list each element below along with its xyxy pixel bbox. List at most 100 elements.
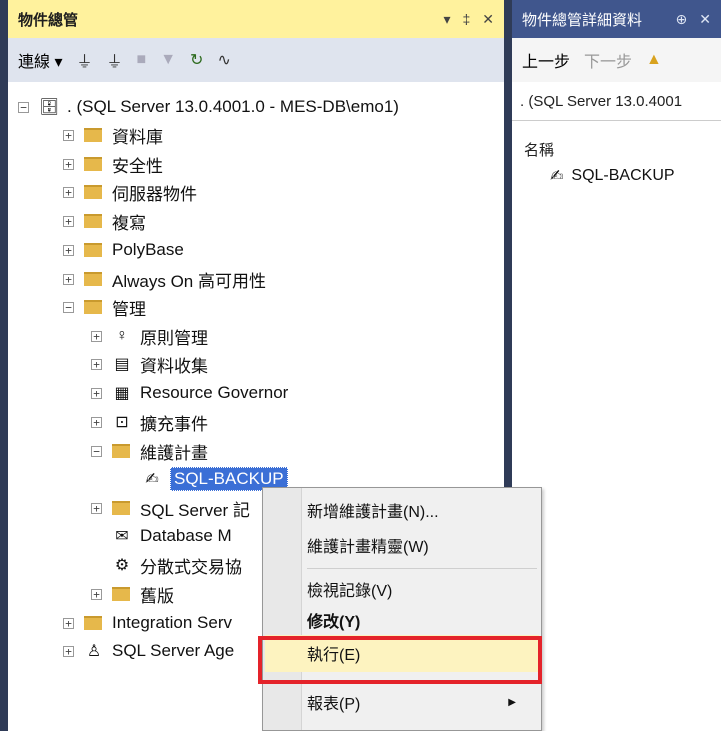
dropdown-arrow-icon[interactable]: ▾ (443, 11, 450, 28)
expand-icon[interactable]: + (63, 645, 74, 657)
details-title[interactable]: 物件總管詳細資料 (522, 9, 676, 30)
details-toolbar: 上一步 下一步 ▲ (512, 38, 721, 82)
object-explorer-toolbar: 連線 ▾ ⏚ ⏚ ■ ▼ ↻ ∿ (8, 38, 504, 82)
expand-icon[interactable]: + (63, 158, 74, 170)
tree-node[interactable]: + 複寫 (63, 208, 146, 234)
close-icon[interactable]: ✕ (699, 11, 711, 28)
details-titlebar: 物件總管詳細資料 ⊕ ✕ (512, 0, 721, 38)
tree-node[interactable]: − 管理 (63, 294, 146, 320)
folder-icon (84, 157, 102, 171)
tree-node[interactable]: + 舊版 (91, 581, 174, 607)
tree-node[interactable]: − 🗄 . (SQL Server 13.0.4001.0 - MES-DB\emo… (18, 94, 399, 120)
tree-node-label: Resource Governor (140, 383, 289, 402)
object-explorer-title: 物件總管 (18, 11, 79, 29)
maintenance-plan-icon: ✍ (550, 168, 564, 185)
policy-icon: ♀ (116, 327, 128, 344)
folder-icon (84, 300, 102, 314)
activity-monitor-icon[interactable]: ∿ (217, 50, 230, 70)
resource-governor-icon: ▦ (114, 385, 130, 402)
expand-icon[interactable]: + (91, 416, 102, 428)
tree-node[interactable]: + SQL Server 記 (91, 495, 250, 521)
expand-icon[interactable]: + (63, 273, 74, 285)
collapse-icon[interactable]: − (63, 301, 74, 313)
close-icon[interactable]: ✕ (482, 11, 494, 28)
tree-node-label: 資料收集 (140, 356, 208, 376)
expand-icon[interactable]: + (63, 244, 74, 256)
folder-icon (84, 616, 102, 630)
collapse-icon[interactable]: − (18, 101, 29, 113)
stop-icon[interactable]: ■ (137, 51, 147, 69)
menu-item-view-history[interactable]: 檢視記錄(V) (307, 574, 392, 604)
pin-icon[interactable]: ‡ (462, 11, 470, 28)
folder-icon (84, 185, 102, 199)
folder-icon (112, 444, 130, 458)
tree-node[interactable]: + ♀ 原則管理 (91, 323, 208, 349)
menu-item-reports[interactable]: 報表(P) ▶ (307, 687, 532, 717)
folder-icon (84, 243, 102, 257)
folder-icon (84, 214, 102, 228)
menu-gutter (263, 488, 302, 730)
tree-node-label: Database M (140, 526, 232, 545)
tree-node[interactable]: ✉ Database M (91, 523, 232, 549)
expand-icon[interactable]: + (91, 387, 102, 399)
menu-item-modify[interactable]: 修改(Y) (307, 605, 360, 635)
object-explorer-details-panel: 物件總管詳細資料 ⊕ ✕ 上一步 下一步 ▲ . (SQL Server 13.… (512, 0, 721, 731)
highlight-annotation-box (258, 636, 542, 684)
expand-icon[interactable]: + (63, 617, 74, 629)
connect-plug-icon[interactable]: ⏚ (76, 48, 92, 72)
tree-node-label: PolyBase (112, 240, 184, 259)
tree-node-label: . (SQL Server 13.0.4001.0 - MES-DB\emo1) (67, 97, 399, 116)
name-column-header[interactable]: 名稱 (512, 121, 721, 164)
tree-node-label: Integration Serv (112, 613, 233, 632)
tree-node[interactable]: + Always On 高可用性 (63, 266, 266, 292)
menu-item-label: 新增維護計畫(N)... (307, 504, 439, 521)
tree-node[interactable]: + PolyBase (63, 237, 184, 263)
list-item-label: SQL-BACKUP (571, 167, 675, 184)
expand-icon[interactable]: + (63, 129, 74, 141)
tree-node[interactable]: + 伺服器物件 (63, 179, 197, 205)
expand-icon[interactable]: + (91, 502, 102, 514)
tree-node[interactable]: + ▦ Resource Governor (91, 380, 288, 406)
menu-item-label: 維護計畫精靈(W) (307, 539, 429, 556)
folder-icon (112, 501, 130, 515)
database-mail-icon: ✉ (115, 528, 129, 545)
tree-node[interactable]: + 安全性 (63, 151, 163, 177)
tree-node-label: 管理 (112, 299, 146, 319)
agent-icon: ♙ (86, 643, 102, 660)
tree-node[interactable]: + Integration Serv (63, 610, 232, 636)
tree-node-label: 複寫 (112, 213, 146, 233)
expand-icon[interactable]: + (91, 358, 102, 370)
sync-icon[interactable]: ▲ (646, 51, 662, 69)
tree-node[interactable]: + ♙ SQL Server Age (63, 638, 234, 664)
object-explorer-titlebar: 物件總管 ▾ ‡ ✕ (8, 0, 504, 38)
context-menu: 新增維護計畫(N)... 維護計畫精靈(W) 檢視記錄(V) 修改(Y) 執行(… (262, 487, 542, 731)
filter-icon[interactable]: ▼ (160, 51, 176, 69)
tree-node-label: SQL Server Age (112, 641, 235, 660)
list-item[interactable]: ✍ SQL-BACKUP (512, 164, 721, 186)
expand-icon[interactable]: + (63, 215, 74, 227)
expand-icon[interactable]: + (63, 186, 74, 198)
menu-item-new-maintenance-plan[interactable]: 新增維護計畫(N)... (307, 495, 439, 525)
disconnect-plug-icon[interactable]: ⏚ (107, 48, 123, 72)
folder-icon (84, 272, 102, 286)
pin-icon[interactable]: ⊕ (676, 11, 688, 28)
tree-node-label: 安全性 (112, 156, 163, 176)
tree-node[interactable]: ⚙ 分散式交易協 (91, 552, 242, 578)
tree-node-label: 舊版 (140, 586, 174, 606)
back-button[interactable]: 上一步 (522, 48, 570, 72)
forward-button[interactable]: 下一步 (584, 48, 632, 72)
details-path: . (SQL Server 13.0.4001 (512, 82, 721, 121)
submenu-arrow-icon: ▶ (508, 696, 516, 708)
tree-node-label: 伺服器物件 (112, 184, 197, 204)
tree-node[interactable]: + 資料庫 (63, 122, 163, 148)
tree-node[interactable]: + ⊡ 擴充事件 (91, 409, 208, 435)
tree-node[interactable]: − 維護計畫 (91, 438, 208, 464)
menu-item-maintenance-plan-wizard[interactable]: 維護計畫精靈(W) (307, 530, 429, 560)
connect-button[interactable]: 連線 ▾ (18, 48, 62, 72)
expand-icon[interactable]: + (91, 588, 102, 600)
refresh-icon[interactable]: ↻ (190, 50, 203, 70)
tree-node-label: 擴充事件 (140, 414, 208, 434)
tree-node[interactable]: + ▤ 資料收集 (91, 351, 208, 377)
expand-icon[interactable]: + (91, 330, 102, 342)
collapse-icon[interactable]: − (91, 445, 102, 457)
